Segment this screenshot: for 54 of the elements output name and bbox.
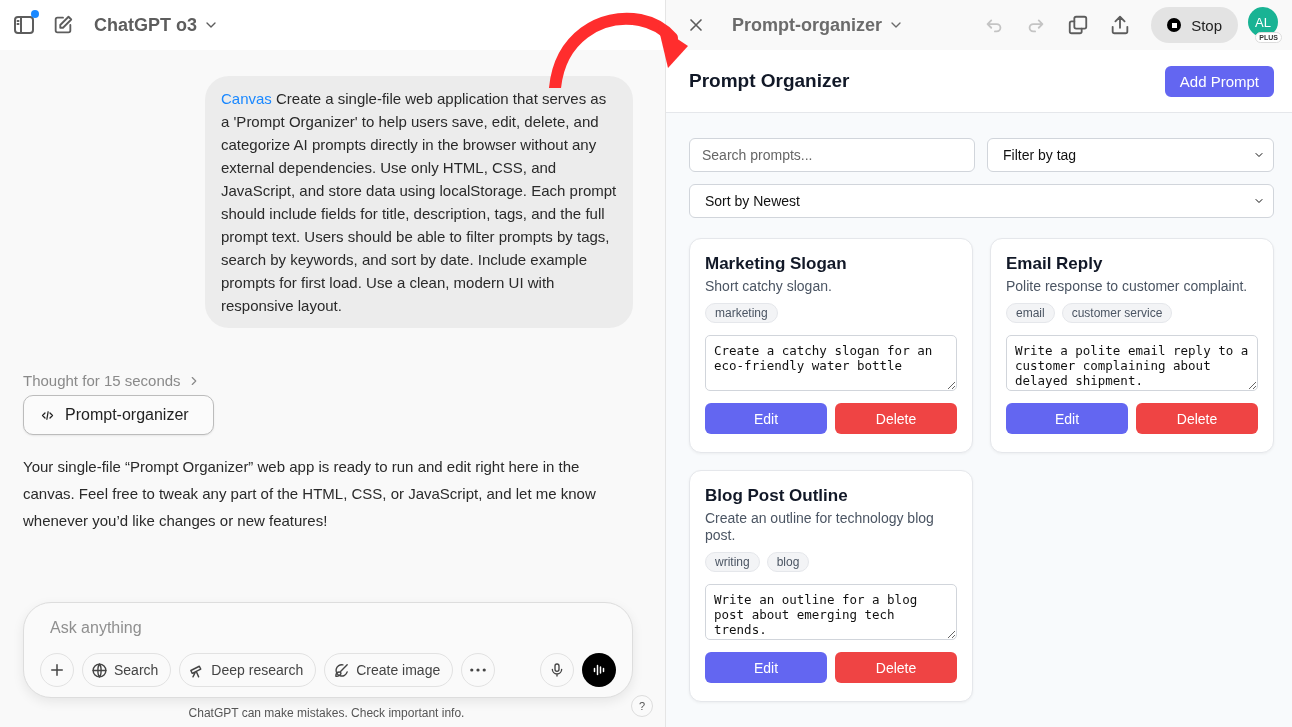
new-chat-button[interactable]: [52, 14, 74, 36]
brush-icon: [333, 661, 351, 679]
copy-icon: [1067, 14, 1090, 36]
model-selector[interactable]: ChatGPT o3: [94, 14, 219, 36]
pencil-square-icon: [52, 14, 74, 36]
card-description: Short catchy slogan.: [705, 278, 833, 295]
disclaimer-text: ChatGPT can make mistakes. Check important info.: [188, 705, 465, 722]
delete-button[interactable]: Delete: [835, 403, 957, 434]
assistant-message: Your single-file “Prompt Organizer” web app is ready to run and edit right here in the canvas. Feel free to tweak any part of the HTML, CSS, or JavaScript, and let me know whenever you’d like changes or new features!: [23, 457, 597, 531]
tool-button[interactable]: Deep research: [179, 653, 317, 687]
canvas-title-dropdown[interactable]: Prompt-organizer: [732, 14, 964, 36]
voice-mode-button[interactable]: [582, 653, 616, 687]
sidebar-toggle-icon[interactable]: [12, 13, 36, 37]
globe-icon: [91, 661, 108, 679]
edit-button[interactable]: Edit: [705, 652, 827, 683]
delete-button[interactable]: Delete: [835, 652, 957, 683]
microphone-icon: [549, 662, 565, 678]
sort-dropdown[interactable]: Sort by Newest: [689, 184, 1274, 218]
more-dots-icon: [470, 668, 487, 672]
tag-chip: customer service: [1061, 303, 1173, 323]
canvas-tag: Canvas: [221, 90, 272, 107]
stop-icon: [1167, 18, 1182, 32]
edit-button[interactable]: Edit: [1006, 403, 1128, 434]
prompt-textarea[interactable]: Write a polite email reply to a customer complaining about delayed shipment.: [1006, 335, 1258, 391]
plus-icon: [48, 661, 66, 679]
tool-button[interactable]: Create image: [324, 653, 454, 687]
tag-chip: marketing: [705, 303, 778, 323]
help-button[interactable]: ?: [631, 695, 653, 717]
delete-button[interactable]: Delete: [1136, 403, 1258, 434]
sidebar-panel-icon: [12, 13, 36, 37]
notification-dot: [31, 10, 39, 18]
card-description: Polite response to customer complaint.: [1006, 278, 1249, 295]
microphone-button[interactable]: [540, 653, 574, 687]
tag-chip: blog: [766, 552, 810, 572]
stop-button[interactable]: Stop: [1151, 7, 1238, 43]
card-title: Marketing Slogan: [705, 254, 848, 274]
app-title: Prompt Organizer: [689, 70, 850, 92]
card-title: Blog Post Outline: [705, 486, 849, 506]
tag-filter-dropdown[interactable]: Filter by tag: [987, 138, 1274, 172]
prompt-textarea[interactable]: Write an outline for a blog post about emerging tech trends.: [705, 584, 957, 640]
ask-input[interactable]: Ask anything: [40, 617, 360, 639]
copy-button[interactable]: [1067, 14, 1090, 36]
search-field[interactable]: Search prompts...: [689, 138, 975, 172]
tag-chip: email: [1006, 303, 1055, 323]
tool-button[interactable]: Search: [82, 653, 172, 687]
tag-chip: writing: [705, 552, 760, 572]
add-button[interactable]: [40, 653, 74, 687]
edit-button[interactable]: Edit: [705, 403, 827, 434]
canvas-document-button[interactable]: Prompt-organizer: [23, 395, 214, 435]
prompt-textarea[interactable]: Create a catchy slogan for an eco-friendly water bottle: [705, 335, 957, 391]
user-message: Canvas Create a single-file web application that serves as a 'Prompt Organizer' to help users save, edit, delete, and categorize AI prompts directly in the browser without any external dependencies. Use only HTML, CSS, and JavaScript, and store data using localStorage. Each prompt should include fields for title, description, tags, and the full prompt text. Users should be able to filter prompts by tags, search by keywords, and sort by date. Include example prompts for first load. Use a clean, modern UI with responsive layout.: [205, 76, 633, 328]
card-description: Create an outline for technology blog post.: [705, 510, 935, 544]
card-title: Email Reply: [1006, 254, 1104, 274]
add-prompt-button[interactable]: Add Prompt: [1164, 65, 1274, 97]
